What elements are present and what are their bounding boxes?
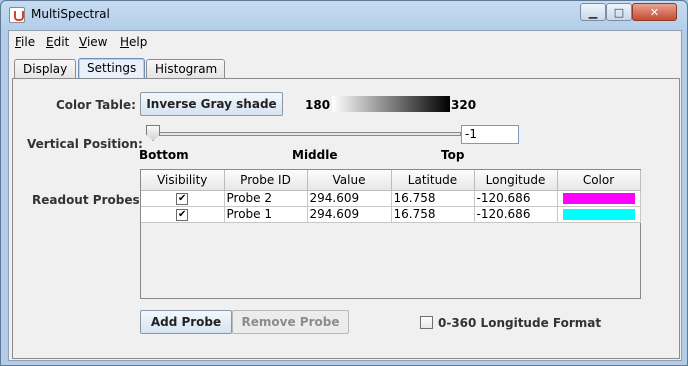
range-min: 180: [305, 98, 331, 112]
visibility-cell[interactable]: ✔: [141, 206, 225, 223]
client-area: File Edit View Help Display Settings His…: [8, 30, 682, 361]
color-cell[interactable]: [557, 190, 641, 207]
minimize-icon: ▁: [588, 5, 598, 19]
menu-help[interactable]: Help: [120, 35, 147, 49]
tab-display[interactable]: Display: [14, 59, 76, 79]
column-value[interactable]: Value: [307, 170, 392, 191]
value-cell[interactable]: 294.609: [307, 190, 392, 207]
probe-id-cell[interactable]: Probe 1: [224, 206, 308, 223]
menu-edit[interactable]: Edit: [46, 35, 69, 49]
table-row[interactable]: ✔ Probe 1 294.609 16.758 -120.686: [141, 206, 641, 223]
color-gradient-bar: [332, 96, 450, 112]
probes-table: Visibility Probe ID Value Latitude Longi…: [140, 169, 641, 299]
minimize-button[interactable]: ▁: [580, 3, 606, 21]
latitude-cell[interactable]: 16.758: [391, 206, 475, 223]
column-visibility[interactable]: Visibility: [141, 170, 225, 191]
menu-file[interactable]: File: [15, 35, 35, 49]
visibility-cell[interactable]: ✔: [141, 190, 225, 207]
menu-view[interactable]: View: [79, 35, 107, 49]
title-bar: MultiSpectral ▁ □ ✕: [1, 1, 687, 29]
color-table-label: Color Table:: [56, 98, 136, 112]
longitude-format-checkbox[interactable]: [420, 316, 433, 329]
remove-probe-button[interactable]: Remove Probe: [232, 310, 349, 334]
close-button[interactable]: ✕: [632, 3, 677, 21]
latitude-cell[interactable]: 16.758: [391, 190, 475, 207]
app-window: MultiSpectral ▁ □ ✕ File Edit View Help …: [0, 0, 688, 366]
table-row[interactable]: ✔ Probe 2 294.609 16.758 -120.686: [141, 190, 641, 207]
slider-label-middle: Middle: [292, 148, 338, 162]
table-header-row: Visibility Probe ID Value Latitude Longi…: [141, 170, 641, 191]
longitude-cell[interactable]: -120.686: [474, 190, 558, 207]
value-cell[interactable]: 294.609: [307, 206, 392, 223]
menu-bar: File Edit View Help: [9, 31, 681, 53]
visibility-checkbox[interactable]: ✔: [176, 192, 189, 205]
readout-probes-label: Readout Probes:: [32, 193, 145, 207]
color-table-button[interactable]: Inverse Gray shade: [140, 92, 283, 116]
longitude-cell[interactable]: -120.686: [474, 206, 558, 223]
window-title: MultiSpectral: [31, 7, 110, 21]
tab-settings[interactable]: Settings: [78, 58, 145, 80]
color-cell[interactable]: [557, 206, 641, 223]
vertical-position-input[interactable]: -1: [461, 125, 519, 144]
slider-label-top: Top: [441, 148, 465, 162]
range-max: 320: [451, 98, 477, 112]
add-probe-button[interactable]: Add Probe: [140, 310, 232, 334]
column-color[interactable]: Color: [557, 170, 641, 191]
java-app-icon: [9, 7, 25, 23]
column-longitude[interactable]: Longitude: [474, 170, 558, 191]
slider-label-bottom: Bottom: [139, 148, 189, 162]
maximize-button[interactable]: □: [606, 3, 632, 21]
column-latitude[interactable]: Latitude: [391, 170, 475, 191]
maximize-icon: □: [613, 5, 625, 19]
longitude-format-label[interactable]: 0-360 Longitude Format: [438, 316, 601, 330]
probe-id-cell[interactable]: Probe 2: [224, 190, 308, 207]
vertical-position-label: Vertical Position:: [27, 137, 143, 151]
color-swatch[interactable]: [562, 209, 635, 220]
vertical-position-slider-track[interactable]: [149, 132, 461, 136]
close-icon: ✕: [649, 5, 660, 19]
color-swatch[interactable]: [562, 193, 635, 204]
visibility-checkbox[interactable]: ✔: [176, 208, 189, 221]
column-probe-id[interactable]: Probe ID: [224, 170, 308, 191]
tab-histogram[interactable]: Histogram: [146, 59, 225, 79]
